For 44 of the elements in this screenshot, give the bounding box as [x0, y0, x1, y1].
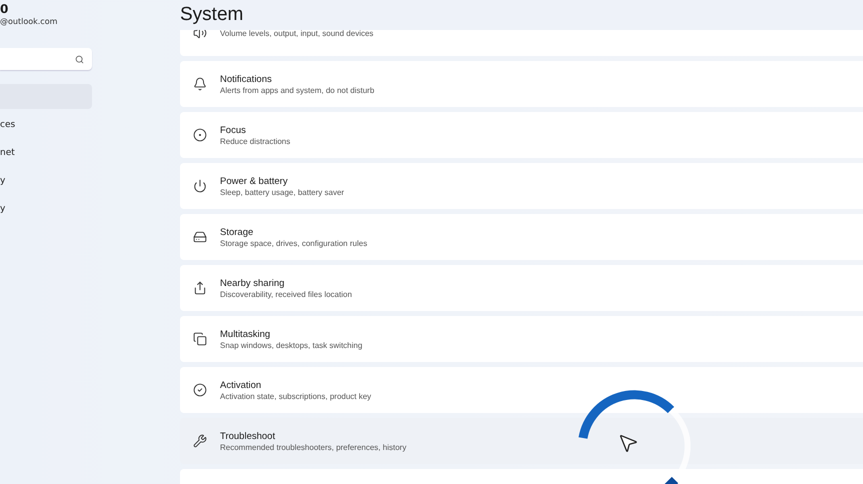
account-name: 0 — [0, 1, 10, 17]
settings-card[interactable]: Focus Reduce distractions — [180, 112, 863, 158]
page-title: System — [180, 4, 244, 26]
setting-title: Troubleshoot — [220, 430, 276, 442]
setting-title: Focus — [220, 124, 247, 136]
settings-card[interactable]: Volume levels, output, input, sound devices — [180, 30, 863, 56]
setting-title: Power & battery — [220, 176, 289, 186]
search-field[interactable] — [0, 48, 92, 70]
settings-card[interactable]: Nearby sharing Discoverability, received files location — [180, 265, 863, 311]
search-icon — [75, 54, 84, 64]
setting-title: Notifications — [220, 74, 273, 84]
focus-icon — [193, 128, 207, 142]
wrench-icon — [193, 434, 207, 448]
settings-card[interactable]: Power & battery Sleep, battery usage, battery saver — [180, 163, 863, 209]
power-icon — [193, 179, 207, 193]
account-email: @outlook.com — [0, 17, 58, 28]
setting-description: Discoverability, received files location — [220, 290, 352, 298]
setting-description: Activation state, subscriptions, product key — [220, 392, 372, 400]
sidebar-item[interactable]: net — [0, 140, 92, 165]
settings-card[interactable]: Multitasking Snap windows, desktops, task switching — [180, 316, 863, 362]
bell-icon — [193, 77, 207, 91]
setting-description: Storage space, drives, configuration rules — [220, 238, 368, 248]
setting-description: Sleep, battery usage, battery saver — [220, 188, 344, 196]
check-icon — [193, 383, 207, 397]
settings-card[interactable]: Notifications Alerts from apps and system, do not disturb — [180, 61, 863, 107]
sidebar-item[interactable]: ces — [0, 112, 92, 137]
sidebar-item[interactable]: y — [0, 196, 92, 221]
share-icon — [193, 281, 207, 295]
setting-description: Recommended troubleshooters, preferences, history — [220, 442, 406, 452]
setting-description: Alerts from apps and system, do not disturb — [220, 86, 374, 94]
setting-title: Multitasking — [220, 328, 272, 340]
sidebar-item[interactable]: y — [0, 168, 92, 193]
setting-title: Storage — [220, 226, 254, 238]
settings-card[interactable]: Activation Activation state, subscriptions, product key — [180, 367, 863, 413]
setting-description: Volume levels, output, input, sound devices — [220, 30, 374, 38]
setting-description: Reduce distractions — [220, 136, 290, 146]
sound-icon — [193, 30, 207, 40]
setting-title: Activation — [220, 380, 262, 390]
storage-icon — [193, 230, 207, 244]
settings-card[interactable]: Storage Storage space, drives, configuration rules — [180, 214, 863, 260]
cursor-icon — [617, 432, 639, 454]
multitask-icon — [193, 332, 207, 346]
setting-title: Nearby sharing — [220, 278, 286, 288]
setting-description: Snap windows, desktops, task switching — [220, 340, 362, 350]
